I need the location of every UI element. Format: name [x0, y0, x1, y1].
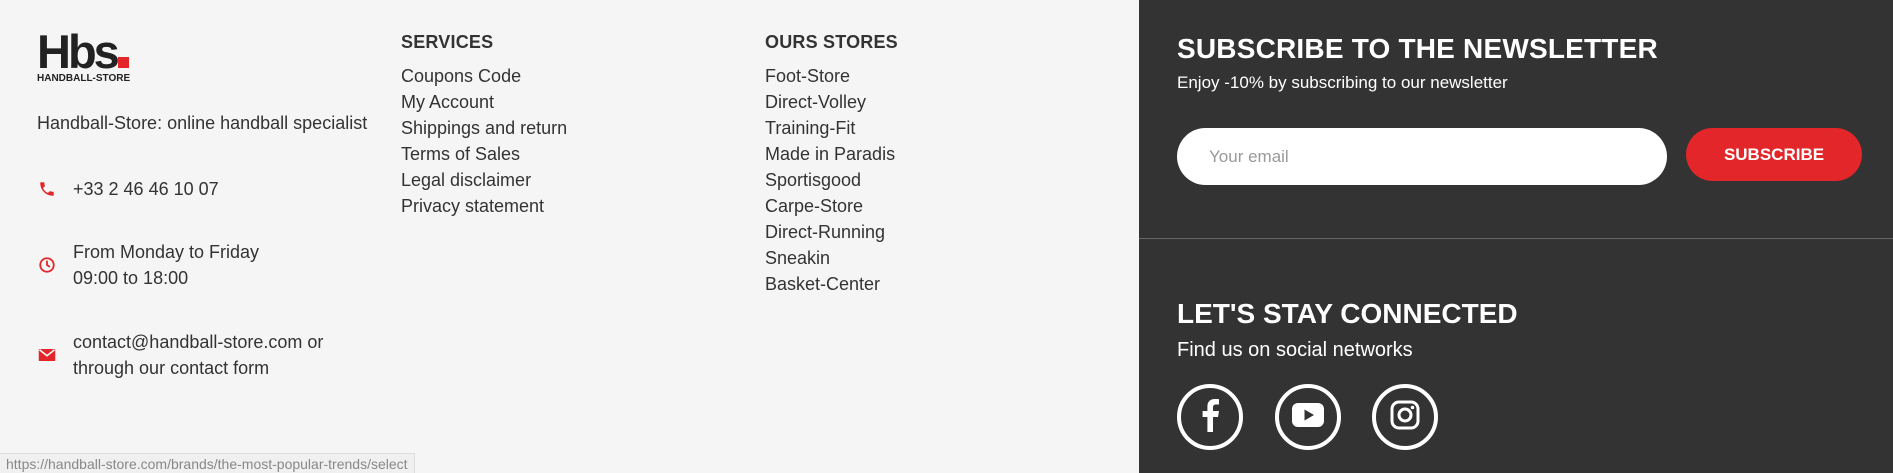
store-link[interactable]: Basket-Center	[765, 271, 898, 297]
services-link[interactable]: My Account	[401, 89, 567, 115]
section-divider	[1139, 238, 1893, 239]
footer-right: SUBSCRIBE TO THE NEWSLETTER Enjoy -10% b…	[1139, 0, 1893, 473]
services-link[interactable]: Privacy statement	[401, 193, 567, 219]
store-link[interactable]: Direct-Volley	[765, 89, 898, 115]
facebook-icon	[1199, 398, 1221, 437]
services-column: SERVICES Coupons Code My Account Shippin…	[401, 32, 567, 219]
brand-tagline: Handball-Store: online handball speciali…	[37, 113, 368, 133]
logo[interactable]: Hbs HANDBALL-STORE	[37, 25, 147, 84]
youtube-button[interactable]	[1275, 384, 1341, 450]
phone-number: +33 2 46 46 10 07	[73, 179, 219, 199]
store-link[interactable]: Carpe-Store	[765, 193, 898, 219]
store-link[interactable]: Foot-Store	[765, 63, 898, 89]
logo-wordmark: Hbs	[37, 25, 120, 78]
mail-icon	[37, 345, 57, 365]
clock-icon	[37, 255, 57, 275]
services-heading: SERVICES	[401, 32, 494, 52]
stores-column: OURS STORES Foot-Store Direct-Volley Tra…	[765, 32, 898, 297]
store-link[interactable]: Made in Paradis	[765, 141, 898, 167]
store-link[interactable]: Training-Fit	[765, 115, 898, 141]
services-link[interactable]: Coupons Code	[401, 63, 567, 89]
hours-days: From Monday to Friday	[73, 242, 260, 262]
phone-icon	[37, 179, 57, 199]
newsletter-email-input[interactable]	[1177, 128, 1667, 185]
hours-time: 09:00 to 18:00	[73, 268, 189, 288]
email-address[interactable]: contact@handball-store.com or	[73, 329, 323, 355]
services-link[interactable]: Legal disclaimer	[401, 167, 567, 193]
subscribe-button[interactable]: SUBSCRIBE	[1686, 128, 1862, 181]
store-link[interactable]: Direct-Running	[765, 219, 898, 245]
newsletter-title: SUBSCRIBE TO THE NEWSLETTER	[1177, 33, 1658, 64]
newsletter-subtitle: Enjoy -10% by subscribing to our newslet…	[1177, 73, 1508, 92]
social-title: LET'S STAY CONNECTED	[1177, 298, 1518, 329]
youtube-icon	[1292, 402, 1324, 432]
contact-form-link[interactable]: through our contact form	[73, 355, 323, 381]
logo-subtitle: HANDBALL-STORE	[37, 73, 131, 84]
store-link[interactable]: Sneakin	[765, 245, 898, 271]
logo-dot	[117, 57, 129, 68]
contact-hours: From Monday to Friday 09:00 to 18:00	[37, 239, 259, 291]
instagram-button[interactable]	[1372, 384, 1438, 450]
facebook-button[interactable]	[1177, 384, 1243, 450]
services-link[interactable]: Terms of Sales	[401, 141, 567, 167]
services-link[interactable]: Shippings and return	[401, 115, 567, 141]
store-link[interactable]: Sportisgood	[765, 167, 898, 193]
browser-status-url: https://handball-store.com/brands/the-mo…	[0, 453, 415, 473]
instagram-icon	[1390, 400, 1420, 435]
contact-email[interactable]: contact@handball-store.com or through ou…	[37, 329, 323, 381]
stores-heading: OURS STORES	[765, 32, 898, 52]
contact-phone[interactable]: +33 2 46 46 10 07	[37, 176, 219, 202]
social-subtitle: Find us on social networks	[1177, 339, 1413, 361]
footer-left: Hbs HANDBALL-STORE Handball-Store: onlin…	[0, 0, 1139, 473]
